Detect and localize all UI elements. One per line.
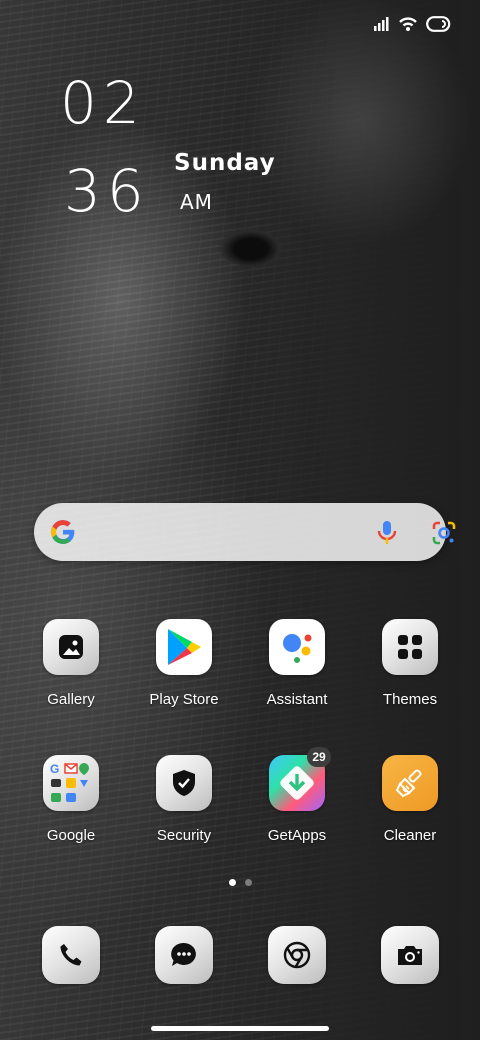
signal-icon [374,17,390,31]
google-g-icon [50,519,76,550]
app-label: Cleaner [383,827,437,844]
camera-icon [381,926,439,984]
shield-icon [156,755,212,811]
dock-chrome[interactable] [242,926,352,984]
assistant-icon [269,619,325,675]
app-play-store[interactable]: Play Store [129,619,239,708]
dock-phone[interactable] [16,926,126,984]
home-gesture-bar[interactable] [151,1026,329,1031]
dock-camera[interactable] [355,926,465,984]
app-cleaner[interactable]: Cleaner [355,755,465,844]
messages-icon [155,926,213,984]
clock-ampm: AM [180,190,213,214]
broom-icon [382,755,438,811]
app-themes[interactable]: Themes [355,619,465,708]
notification-badge: 29 [307,747,331,767]
dock-messages[interactable] [129,926,239,984]
app-label: Security [156,827,212,844]
wifi-icon [398,16,418,32]
app-label: Assistant [266,691,328,708]
svg-text:G: G [50,762,59,776]
wallpaper-elephant-eye [218,228,284,266]
app-label: GetApps [267,827,327,844]
app-assistant[interactable]: Assistant [242,619,352,708]
chrome-icon [268,926,326,984]
phone-icon [42,926,100,984]
page-dot[interactable] [245,879,252,886]
app-getapps[interactable]: 29 GetApps [242,747,352,844]
themes-icon [382,619,438,675]
app-label: Play Store [149,691,219,708]
google-search-bar[interactable] [34,503,456,561]
play-store-icon [156,619,212,675]
app-security[interactable]: Security [129,755,239,844]
clock-minutes: 36 [64,157,150,225]
clock-day: Sunday [174,150,276,176]
getapps-icon: 29 [269,747,331,811]
gallery-icon [43,619,99,675]
app-label: Themes [382,691,438,708]
page-dot-active[interactable] [229,879,236,886]
google-lens-icon[interactable] [431,520,457,551]
google-folder-icon: G [43,755,99,811]
battery-icon [426,16,452,32]
clock-hours: 02 [60,69,146,137]
microphone-icon[interactable] [376,520,398,551]
app-gallery[interactable]: Gallery [16,619,126,708]
app-label: Google [46,827,96,844]
page-indicator[interactable] [229,879,252,886]
app-google-folder[interactable]: G Google [16,755,126,844]
status-bar [374,16,452,32]
app-label: Gallery [47,691,95,708]
